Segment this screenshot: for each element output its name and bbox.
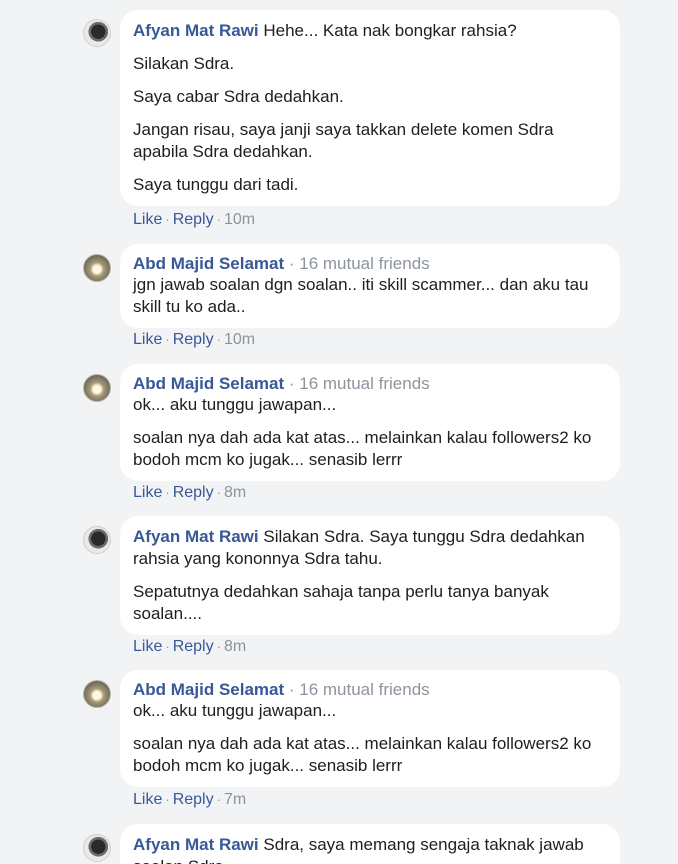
like-button[interactable]: Like [133, 638, 162, 655]
comment-thread: Afyan Mat Rawi Hehe... Kata nak bongkar … [0, 0, 678, 864]
reply-button[interactable]: Reply [173, 211, 214, 228]
author-name[interactable]: Abd Majid Selamat [133, 680, 284, 699]
separator-dot: · [165, 485, 170, 500]
comment-paragraph: Saya tunggu dari tadi. [133, 175, 299, 194]
avatar[interactable] [83, 834, 111, 862]
comment-paragraph: Sepatutnya dedahkan sahaja tanpa perlu t… [133, 582, 549, 623]
timestamp[interactable]: 10m [224, 211, 255, 228]
like-button[interactable]: Like [133, 211, 162, 228]
comment-actions: Like · Reply · 8m [133, 638, 246, 656]
separator-dot: · [216, 212, 221, 227]
separator-dot: · [284, 680, 300, 699]
author-name[interactable]: Afyan Mat Rawi [133, 21, 259, 40]
separator-dot: · [165, 212, 170, 227]
comment-paragraph: Saya cabar Sdra dedahkan. [133, 87, 344, 106]
separator-dot: · [216, 485, 221, 500]
separator-dot: · [216, 792, 221, 807]
like-button[interactable]: Like [133, 791, 162, 808]
comment-first-paragraph: Afyan Mat Rawi Sdra, saya memang sengaja… [133, 834, 607, 864]
timestamp[interactable]: 8m [224, 638, 246, 655]
timestamp[interactable]: 10m [224, 331, 255, 348]
comment-actions: Like · Reply · 10m [133, 211, 255, 229]
comment-paragraph: soalan nya dah ada kat atas... melainkan… [133, 428, 592, 469]
separator-dot: · [284, 254, 300, 273]
comment-actions: Like · Reply · 10m [133, 331, 255, 349]
comment-header: Abd Majid Selamat · 16 mutual friends [133, 254, 607, 274]
separator-dot: · [165, 332, 170, 347]
comment-paragraph: ok... aku tunggu jawapan... [133, 701, 337, 720]
comment-bubble: Abd Majid Selamat · 16 mutual friends ok… [120, 670, 620, 787]
comment-actions: Like · Reply · 8m [133, 484, 246, 502]
mutual-friends[interactable]: 16 mutual friends [299, 680, 429, 699]
like-button[interactable]: Like [133, 484, 162, 501]
reply-button[interactable]: Reply [173, 791, 214, 808]
timestamp[interactable]: 8m [224, 484, 246, 501]
separator-dot: · [216, 332, 221, 347]
reply-button[interactable]: Reply [173, 331, 214, 348]
comment-bubble: Afyan Mat Rawi Silakan Sdra. Saya tunggu… [120, 516, 620, 635]
comment-actions: Like · Reply · 7m [133, 791, 246, 809]
comment-text: Hehe... Kata nak bongkar rahsia? [263, 21, 517, 40]
separator-dot: · [216, 639, 221, 654]
avatar[interactable] [83, 254, 111, 282]
reply-button[interactable]: Reply [173, 638, 214, 655]
avatar[interactable] [83, 19, 111, 47]
comment-bubble: Afyan Mat Rawi Sdra, saya memang sengaja… [120, 824, 620, 864]
separator-dot: · [165, 792, 170, 807]
avatar[interactable] [83, 680, 111, 708]
author-name[interactable]: Afyan Mat Rawi [133, 835, 259, 854]
reply-button[interactable]: Reply [173, 484, 214, 501]
comment-bubble: Abd Majid Selamat · 16 mutual friends ok… [120, 364, 620, 481]
comment-paragraph: Silakan Sdra. [133, 54, 235, 73]
timestamp[interactable]: 7m [224, 791, 246, 808]
comment-first-paragraph: Afyan Mat Rawi Hehe... Kata nak bongkar … [133, 20, 607, 42]
comment-bubble: Afyan Mat Rawi Hehe... Kata nak bongkar … [120, 10, 620, 206]
avatar[interactable] [83, 374, 111, 402]
comment-paragraph: soalan nya dah ada kat atas... melainkan… [133, 734, 592, 775]
comment-header: Abd Majid Selamat · 16 mutual friends [133, 680, 607, 700]
comment-paragraph: ok... aku tunggu jawapan... [133, 395, 337, 414]
separator-dot: · [284, 374, 300, 393]
mutual-friends[interactable]: 16 mutual friends [299, 374, 429, 393]
comment-bubble: Abd Majid Selamat · 16 mutual friends jg… [120, 244, 620, 328]
comment-paragraph: jgn jawab soalan dgn soalan.. iti skill … [133, 275, 589, 316]
like-button[interactable]: Like [133, 331, 162, 348]
comment-paragraph: Jangan risau, saya janji saya takkan del… [133, 120, 554, 161]
comment-first-paragraph: Afyan Mat Rawi Silakan Sdra. Saya tunggu… [133, 526, 607, 570]
mutual-friends[interactable]: 16 mutual friends [299, 254, 429, 273]
author-name[interactable]: Abd Majid Selamat [133, 374, 284, 393]
comment-header: Abd Majid Selamat · 16 mutual friends [133, 374, 607, 394]
avatar[interactable] [83, 526, 111, 554]
author-name[interactable]: Afyan Mat Rawi [133, 527, 259, 546]
separator-dot: · [165, 639, 170, 654]
author-name[interactable]: Abd Majid Selamat [133, 254, 284, 273]
